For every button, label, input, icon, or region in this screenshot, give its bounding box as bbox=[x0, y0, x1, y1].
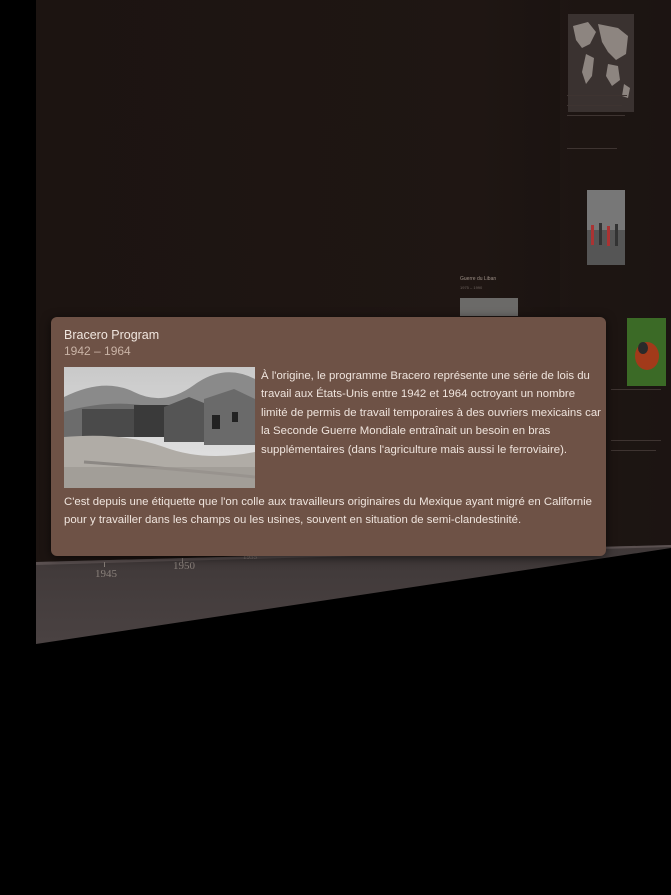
bird-image bbox=[627, 318, 666, 386]
village-photo bbox=[64, 367, 255, 488]
bg-text-line bbox=[611, 440, 661, 441]
bg-text-line bbox=[567, 148, 617, 149]
bg-text-line bbox=[567, 95, 627, 96]
bg-text-line bbox=[567, 115, 625, 116]
bg-bird-photo[interactable] bbox=[627, 318, 666, 386]
bg-card-image[interactable] bbox=[460, 298, 518, 316]
bg-text-line bbox=[611, 450, 656, 451]
bg-photo-card[interactable] bbox=[587, 190, 625, 265]
popup-title: Bracero Program bbox=[64, 328, 160, 342]
event-popup[interactable]: Bracero Program 1942 – 1964 À l'origine,… bbox=[51, 317, 606, 556]
popup-dates: 1942 – 1964 bbox=[64, 344, 131, 358]
popup-photo bbox=[64, 367, 255, 488]
bg-photo-image bbox=[587, 190, 625, 265]
popup-description-2: C'est depuis une étiquette que l'on coll… bbox=[64, 496, 592, 527]
left-edge bbox=[0, 0, 36, 895]
bg-map-card[interactable] bbox=[568, 14, 634, 112]
popup-description-1: À l'origine, le programme Bracero représ… bbox=[261, 370, 601, 456]
bg-text-line bbox=[611, 389, 661, 390]
bg-card-title: Guerre du Liban bbox=[460, 276, 497, 282]
bg-text-line bbox=[567, 105, 622, 106]
tick-mark bbox=[104, 562, 105, 567]
world-map-icon bbox=[568, 14, 634, 112]
bg-card-dates: 1975 – 1990 bbox=[460, 285, 483, 290]
tick-label-1950: 1950 bbox=[173, 560, 195, 572]
tick-label-1945: 1945 bbox=[95, 568, 117, 580]
